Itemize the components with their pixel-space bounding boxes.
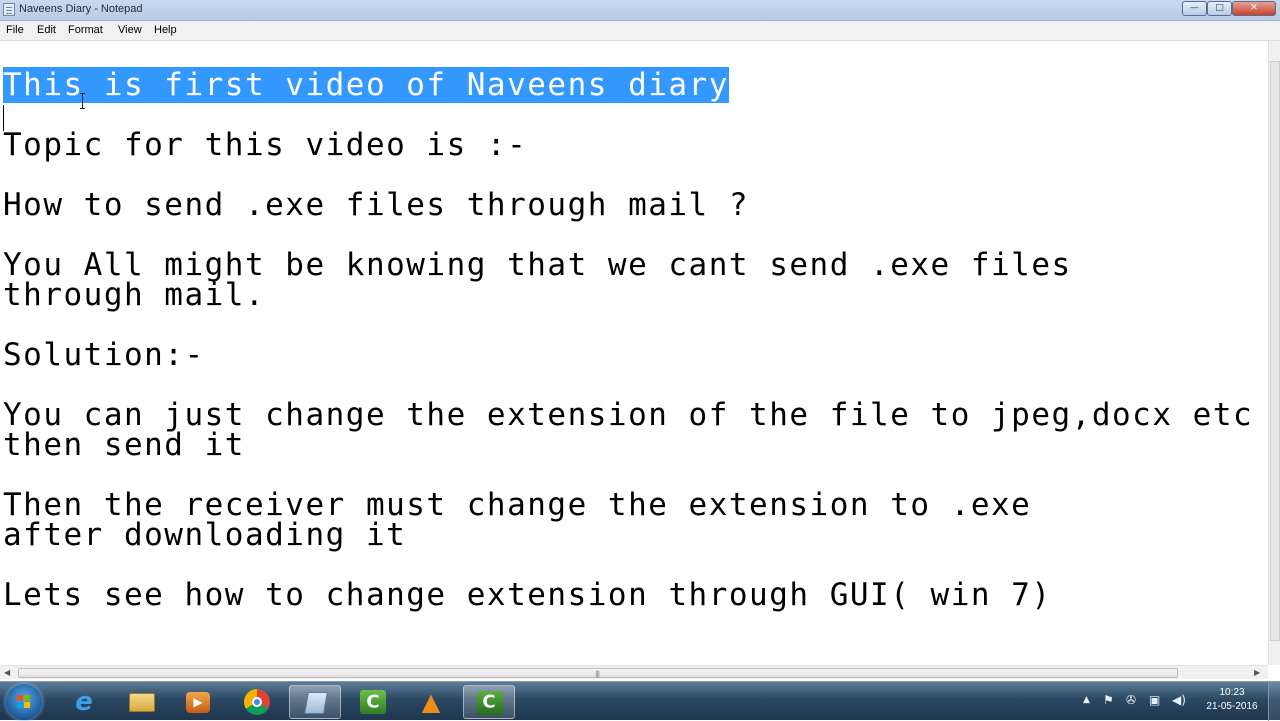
text-line: This is first video of Naveens diary xyxy=(3,67,729,103)
menu-format[interactable]: Format xyxy=(68,24,103,36)
text-line: How to send .exe files through mail ? xyxy=(3,187,750,223)
ibeam-cursor-icon xyxy=(80,93,86,109)
network-icon[interactable]: ▣ xyxy=(1149,693,1160,707)
minimize-button[interactable]: — xyxy=(1182,1,1207,16)
text-caret xyxy=(3,105,4,131)
media-player-icon[interactable]: ▶ xyxy=(172,685,224,719)
chrome-center xyxy=(252,697,262,707)
menu-file[interactable]: File xyxy=(6,24,24,36)
close-button[interactable]: ✕ xyxy=(1232,1,1276,16)
scroll-right-arrow-icon[interactable]: ▶ xyxy=(1254,668,1260,677)
vertical-scroll-thumb[interactable] xyxy=(1270,61,1280,641)
file-explorer-icon[interactable] xyxy=(116,685,168,719)
text-line: Topic for this video is :- xyxy=(3,127,528,163)
clock-time: 10:23 xyxy=(1219,687,1245,698)
chrome-icon[interactable] xyxy=(231,685,283,719)
start-button[interactable] xyxy=(6,684,42,720)
notepad-icon xyxy=(304,692,328,714)
menu-view[interactable]: View xyxy=(118,24,142,36)
camtasia-recorder-icon[interactable]: C xyxy=(347,685,399,719)
maximize-button[interactable]: □ xyxy=(1207,1,1232,16)
action-center-flag-icon[interactable]: ⚑ xyxy=(1103,693,1114,707)
text-editor[interactable]: This is first video of Naveens diary Top… xyxy=(0,41,1268,665)
title-bar[interactable]: Naveens Diary - Notepad — □ ✕ xyxy=(0,0,1280,21)
menu-edit[interactable]: Edit xyxy=(37,24,56,36)
windows-logo-icon xyxy=(17,695,31,709)
scroll-left-arrow-icon[interactable]: ◀ xyxy=(4,668,10,677)
clock-date: 21-05-2016 xyxy=(1206,701,1258,712)
volume-icon[interactable]: ◀) xyxy=(1172,693,1186,707)
vlc-icon[interactable]: ▲ xyxy=(405,685,457,719)
selected-text: This is first video of Naveens diary xyxy=(3,67,729,103)
recorder-glyph: C xyxy=(366,691,380,713)
text-line: Lets see how to change extension through… xyxy=(3,577,1052,613)
tray-app-icon[interactable]: ✇ xyxy=(1126,693,1136,707)
play-icon: ▶ xyxy=(193,695,203,709)
text-line: Then the receiver must change the extens… xyxy=(3,487,1032,523)
ie-glyph: e xyxy=(75,687,93,717)
studio-glyph: C xyxy=(482,691,496,713)
folder-icon xyxy=(129,693,155,712)
text-line: You can just change the extension of the… xyxy=(3,397,1254,433)
taskbar: e ▶ C ▲ C ▲ ⚑ ✇ ▣ ◀) 10:23 21-05-2016 xyxy=(0,681,1280,721)
menu-help[interactable]: Help xyxy=(154,24,177,36)
system-clock[interactable]: 10:23 21-05-2016 xyxy=(1200,686,1264,714)
text-line: through mail. xyxy=(3,277,266,313)
show-desktop-button[interactable] xyxy=(1268,682,1280,721)
notepad-taskbar-button[interactable] xyxy=(289,685,341,719)
horizontal-scrollbar[interactable]: ◀ ||| ▶ xyxy=(0,665,1268,679)
grip-icon: ||| xyxy=(595,670,600,678)
text-line: then send it xyxy=(3,427,245,463)
show-hidden-icons-icon[interactable]: ▲ xyxy=(1083,695,1090,705)
notepad-app-icon[interactable] xyxy=(3,3,15,16)
menu-bar: File Edit Format View Help xyxy=(0,21,1280,41)
camtasia-studio-icon[interactable]: C xyxy=(463,685,515,719)
internet-explorer-icon[interactable]: e xyxy=(58,685,110,719)
text-line: after downloading it xyxy=(3,517,407,553)
text-line: You All might be knowing that we cant se… xyxy=(3,247,1072,283)
vertical-scrollbar[interactable] xyxy=(1268,41,1280,665)
vlc-cone: ▲ xyxy=(421,688,441,716)
text-line: Solution:- xyxy=(3,337,205,373)
horizontal-scroll-thumb[interactable]: ||| xyxy=(18,668,1178,678)
window-title: Naveens Diary - Notepad xyxy=(19,3,143,15)
